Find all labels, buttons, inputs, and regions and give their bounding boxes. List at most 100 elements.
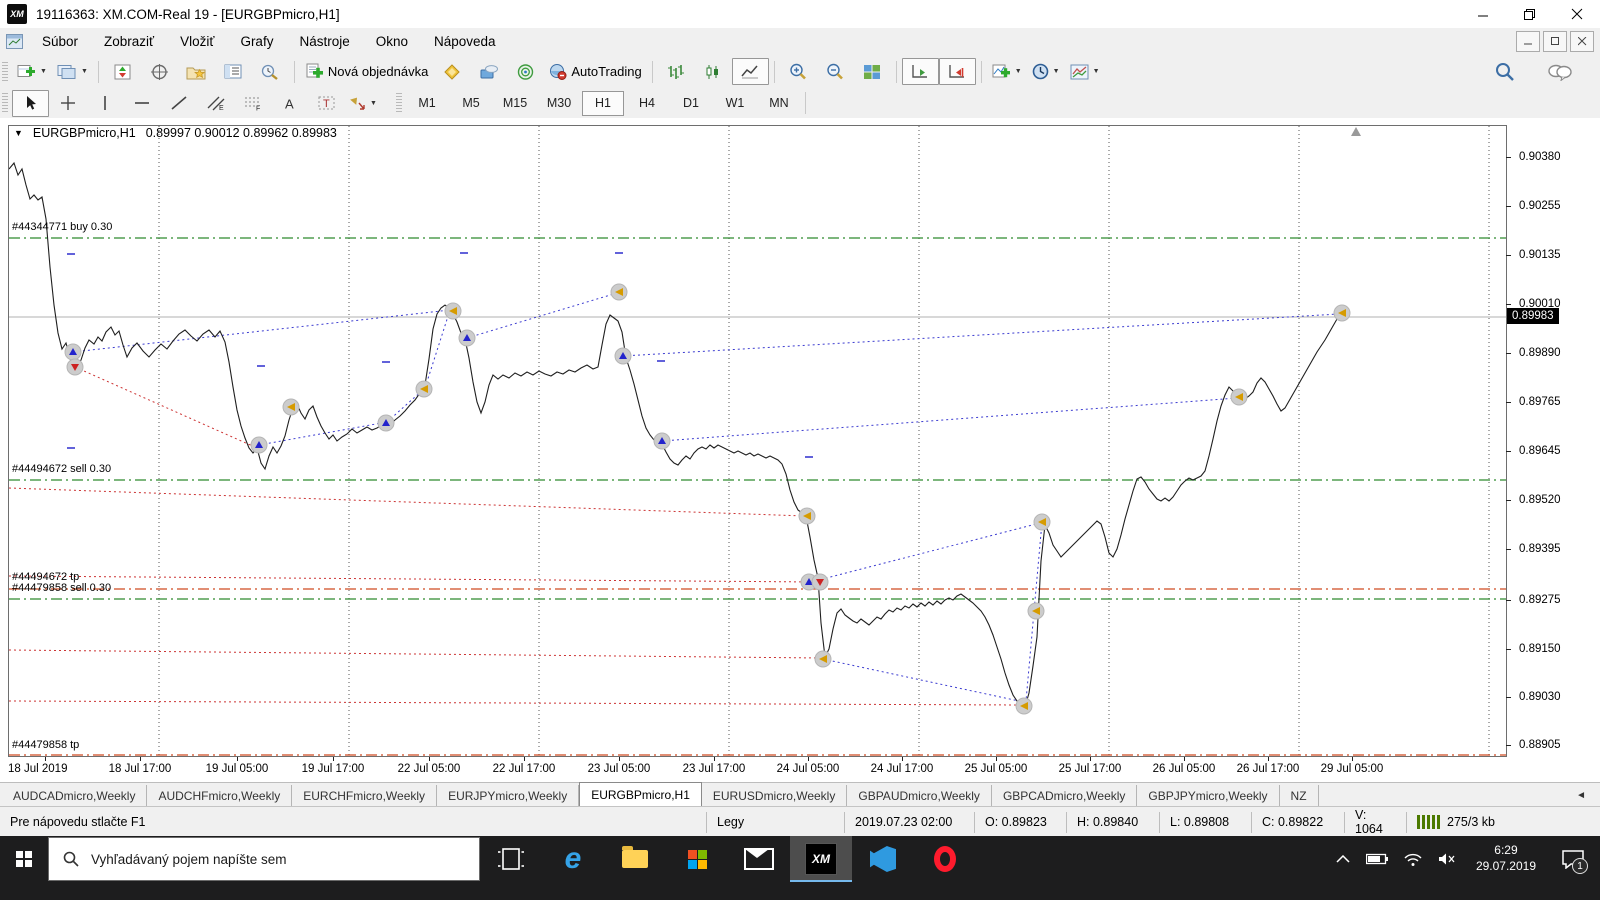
taskbar-store-button[interactable] bbox=[666, 836, 728, 882]
menu-zobraziť[interactable]: Zobraziť bbox=[91, 30, 167, 53]
cursor-button[interactable] bbox=[12, 89, 49, 117]
start-button[interactable] bbox=[0, 836, 48, 882]
zoom-in-button[interactable] bbox=[780, 58, 817, 85]
zoom-out-button[interactable] bbox=[817, 58, 854, 85]
market-watch-button[interactable] bbox=[104, 58, 141, 85]
child-close-button[interactable] bbox=[1570, 31, 1594, 52]
taskbar-mail-button[interactable] bbox=[728, 836, 790, 882]
chart-tab[interactable]: EURUSDmicro,Weekly bbox=[702, 785, 848, 806]
taskbar-file-explorer-button[interactable] bbox=[604, 836, 666, 882]
volume-muted-icon[interactable] bbox=[1438, 852, 1456, 866]
toolbar-grip[interactable] bbox=[2, 93, 8, 113]
arrows-button[interactable]: ▼ bbox=[345, 90, 382, 117]
text-button[interactable]: A bbox=[271, 90, 308, 117]
crosshair-button[interactable] bbox=[49, 90, 86, 117]
timeframe-h1[interactable]: H1 bbox=[582, 90, 624, 116]
task-view-button[interactable] bbox=[480, 836, 542, 882]
periods-icon bbox=[1032, 63, 1049, 80]
tray-expand-button[interactable] bbox=[1336, 854, 1350, 864]
signals-button[interactable] bbox=[507, 58, 544, 85]
close-button[interactable] bbox=[1553, 0, 1600, 28]
indicators-button[interactable]: ▼ bbox=[987, 58, 1027, 85]
chart-tab[interactable]: EURJPYmicro,Weekly bbox=[437, 785, 580, 806]
metaeditor-button[interactable] bbox=[433, 58, 470, 85]
price-axis[interactable]: 0.90380 0.90255 0.90135 0.90010 0.89890 0.897… bbox=[1506, 125, 1600, 757]
action-center-button[interactable]: 1 bbox=[1556, 849, 1590, 874]
trendline-button[interactable] bbox=[160, 90, 197, 117]
legend-collapse-icon[interactable]: ▼ bbox=[14, 128, 23, 138]
terminal-button[interactable] bbox=[215, 58, 252, 85]
bar-chart-button[interactable] bbox=[658, 58, 695, 85]
tab-scroll-left-button[interactable]: ◄ bbox=[1570, 785, 1592, 806]
timeframe-m15[interactable]: M15 bbox=[494, 91, 536, 116]
text-label-button[interactable]: T bbox=[308, 90, 345, 117]
timeframe-h4[interactable]: H4 bbox=[626, 91, 668, 116]
chevron-down-icon[interactable]: ▼ bbox=[81, 68, 88, 75]
line-chart-button[interactable] bbox=[731, 58, 769, 85]
vertical-line-button[interactable] bbox=[86, 90, 123, 117]
child-restore-button[interactable] bbox=[1543, 31, 1567, 52]
menu-nápoveda[interactable]: Nápoveda bbox=[421, 30, 509, 53]
time-tick bbox=[808, 757, 809, 761]
timeframe-m30[interactable]: M30 bbox=[538, 91, 580, 116]
menu-súbor[interactable]: Súbor bbox=[29, 30, 91, 53]
chart-shift-button[interactable] bbox=[938, 58, 976, 85]
chevron-down-icon[interactable]: ▼ bbox=[40, 68, 47, 75]
chart-tab[interactable]: GBPAUDmicro,Weekly bbox=[847, 785, 992, 806]
new-order-button[interactable]: Nová objednávka bbox=[300, 58, 433, 85]
taskbar-clock[interactable]: 6:29 29.07.2019 bbox=[1476, 843, 1536, 874]
chart-tab[interactable]: GBPJPYmicro,Weekly bbox=[1137, 785, 1280, 806]
search-button[interactable] bbox=[1486, 58, 1523, 85]
chart-tab[interactable]: EURGBPmicro,H1 bbox=[579, 782, 702, 806]
auto-scroll-button[interactable] bbox=[901, 58, 939, 85]
chart-tab[interactable]: AUDCHFmicro,Weekly bbox=[147, 785, 293, 806]
timeframe-mn[interactable]: MN bbox=[758, 91, 800, 116]
new-chart-button[interactable]: ▼ bbox=[12, 58, 52, 85]
toolbar-grip[interactable] bbox=[396, 93, 402, 113]
window-title: 19116363: XM.COM-Real 19 - [EURGBPmicro,… bbox=[36, 6, 340, 22]
minimize-button[interactable] bbox=[1459, 0, 1506, 28]
horizontal-line-button[interactable] bbox=[123, 90, 160, 117]
autotrading-button[interactable]: AutoTrading bbox=[544, 58, 646, 85]
equidistant-channel-button[interactable]: E bbox=[197, 90, 234, 117]
data-window-button[interactable] bbox=[141, 58, 178, 85]
timeframe-w1[interactable]: W1 bbox=[714, 91, 756, 116]
taskbar-vscode-button[interactable] bbox=[852, 836, 914, 882]
taskbar-search-input[interactable]: Vyhľadávaný pojem napíšte sem bbox=[48, 837, 480, 881]
tile-windows-button[interactable] bbox=[854, 58, 891, 85]
time-axis[interactable]: 18 Jul 2019 18 Jul 17:00 19 Jul 05:00 19 Ju… bbox=[8, 757, 1505, 781]
chart-tab[interactable]: NZ bbox=[1280, 785, 1319, 806]
chevron-down-icon[interactable]: ▼ bbox=[1053, 68, 1060, 75]
child-minimize-button[interactable] bbox=[1516, 31, 1540, 52]
timeframe-m5[interactable]: M5 bbox=[450, 91, 492, 116]
strategy-tester-button[interactable] bbox=[252, 58, 289, 85]
candlestick-chart-button[interactable] bbox=[695, 58, 732, 85]
chevron-down-icon[interactable]: ▼ bbox=[370, 100, 377, 107]
restore-button[interactable] bbox=[1506, 0, 1553, 28]
periods-button[interactable]: ▼ bbox=[1027, 58, 1065, 85]
fibonacci-button[interactable]: F bbox=[234, 90, 271, 117]
toolbar-grip[interactable] bbox=[2, 61, 8, 82]
taskbar-opera-button[interactable] bbox=[914, 836, 976, 882]
battery-icon[interactable] bbox=[1365, 853, 1388, 865]
taskbar-edge-button[interactable]: e bbox=[542, 836, 604, 882]
price-chart[interactable] bbox=[8, 125, 1507, 757]
virtual-hosting-button[interactable] bbox=[470, 58, 507, 85]
wifi-icon[interactable] bbox=[1404, 853, 1422, 866]
templates-button[interactable]: ▼ bbox=[1065, 58, 1105, 85]
taskbar-xm-button[interactable]: XM bbox=[790, 836, 852, 882]
profiles-button[interactable]: ▼ bbox=[52, 58, 93, 85]
timeframe-m1[interactable]: M1 bbox=[406, 91, 448, 116]
chart-tab[interactable]: EURCHFmicro,Weekly bbox=[292, 785, 438, 806]
menu-grafy[interactable]: Grafy bbox=[227, 30, 286, 53]
chart-tab[interactable]: GBPCADmicro,Weekly bbox=[992, 785, 1138, 806]
timeframe-d1[interactable]: D1 bbox=[670, 91, 712, 116]
navigator-button[interactable] bbox=[178, 58, 215, 85]
menu-okno[interactable]: Okno bbox=[363, 30, 421, 53]
menu-nástroje[interactable]: Nástroje bbox=[286, 30, 362, 53]
chevron-down-icon[interactable]: ▼ bbox=[1093, 68, 1100, 75]
chevron-down-icon[interactable]: ▼ bbox=[1015, 68, 1022, 75]
chat-button[interactable] bbox=[1541, 58, 1578, 85]
chart-tab[interactable]: AUDCADmicro,Weekly bbox=[2, 785, 148, 806]
menu-vložiť[interactable]: Vložiť bbox=[167, 30, 227, 53]
